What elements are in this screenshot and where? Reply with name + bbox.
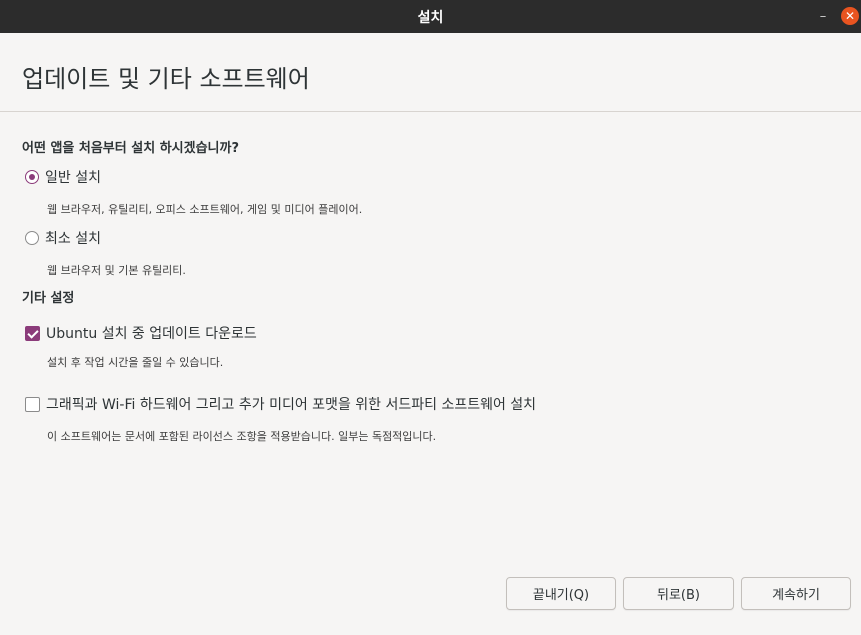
third-party-checkbox[interactable]: [25, 396, 40, 412]
download-updates-option[interactable]: Ubuntu 설치 중 업데이트 다운로드: [25, 323, 257, 343]
quit-button[interactable]: 끝내기(Q): [506, 577, 616, 610]
continue-button[interactable]: 계속하기: [741, 577, 851, 610]
download-updates-description: 설치 후 작업 시간을 줄일 수 있습니다.: [47, 356, 224, 369]
minimal-install-label: 최소 설치: [45, 231, 101, 247]
minimal-install-radio[interactable]: [25, 231, 39, 245]
minimize-icon[interactable]: –: [815, 9, 831, 25]
download-updates-label: Ubuntu 설치 중 업데이트 다운로드: [46, 326, 257, 342]
other-settings-title: 기타 설정: [22, 291, 75, 306]
third-party-option[interactable]: 그래픽과 Wi-Fi 하드웨어 그리고 추가 미디어 포맷을 위한 서드파티 소…: [25, 394, 536, 414]
minimal-install-description: 웹 브라우저 및 기본 유틸리티.: [47, 264, 186, 277]
install-question: 어떤 앱을 처음부터 설치 하시겠습니까?: [22, 141, 240, 156]
normal-install-radio[interactable]: [25, 170, 39, 184]
normal-install-label: 일반 설치: [45, 170, 101, 186]
close-icon[interactable]: ✕: [841, 7, 859, 25]
back-button[interactable]: 뒤로(B): [623, 577, 734, 610]
normal-install-radio-option[interactable]: 일반 설치: [25, 167, 101, 187]
page-header: 업데이트 및 기타 소프트웨어: [0, 33, 861, 112]
third-party-label: 그래픽과 Wi-Fi 하드웨어 그리고 추가 미디어 포맷을 위한 서드파티 소…: [46, 397, 537, 413]
normal-install-description: 웹 브라우저, 유틸리티, 오피스 소프트웨어, 게임 및 미디어 플레이어.: [47, 203, 363, 216]
window-title: 설치: [417, 9, 444, 26]
page-title: 업데이트 및 기타 소프트웨어: [22, 65, 310, 93]
title-bar: 설치 – ✕: [0, 0, 861, 33]
third-party-description: 이 소프트웨어는 문서에 포함된 라이선스 조항을 적용받습니다. 일부는 독점…: [47, 430, 437, 443]
minimal-install-radio-option[interactable]: 최소 설치: [25, 228, 101, 248]
download-updates-checkbox[interactable]: [25, 325, 40, 341]
